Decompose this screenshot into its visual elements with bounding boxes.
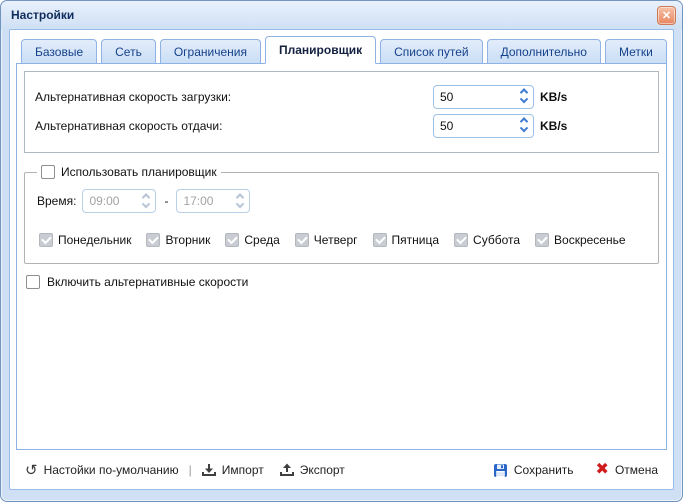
day-sunday-label: Воскресенье [554, 233, 626, 247]
reset-icon: ↺ [25, 463, 38, 478]
time-from-spinner: 09:00 [82, 189, 156, 213]
use-scheduler-label: Использовать планировщик [61, 165, 217, 179]
alt-download-label: Альтернативная скорость загрузки: [35, 90, 433, 104]
save-button[interactable]: Сохранить [489, 460, 578, 481]
day-monday: Понедельник [39, 233, 131, 247]
use-scheduler-checkbox[interactable] [41, 165, 55, 179]
export-icon [280, 463, 294, 477]
settings-dialog: Настройки ✕ Базовые Сеть Ограничения Пла… [0, 0, 683, 502]
import-button[interactable]: Импорт [198, 460, 268, 480]
upload-unit-label: KB/s [540, 119, 567, 133]
day-friday-checkbox [373, 233, 387, 247]
spin-down-icon [230, 201, 249, 212]
bottom-toolbar: ↺ Настойки по-умолчанию | Импорт [16, 451, 667, 489]
alt-download-row: Альтернативная скорость загрузки: 50 KB/… [35, 82, 648, 111]
alt-upload-row: Альтернативная скорость отдачи: 50 KB/s [35, 111, 648, 140]
day-saturday-label: Суббота [473, 233, 520, 247]
day-sunday-checkbox [535, 233, 549, 247]
spin-down-icon [136, 201, 155, 212]
alt-download-spinner[interactable]: 50 [433, 85, 534, 109]
day-thursday: Четверг [295, 233, 358, 247]
save-icon [493, 463, 508, 478]
day-wednesday: Среда [225, 233, 279, 247]
time-range-separator: - [164, 194, 168, 208]
title-bar: Настройки ✕ [1, 1, 682, 29]
day-tuesday-checkbox [146, 233, 160, 247]
day-friday-label: Пятница [392, 233, 440, 247]
day-monday-checkbox [39, 233, 53, 247]
defaults-button[interactable]: ↺ Настойки по-умолчанию [21, 460, 183, 481]
day-tuesday-label: Вторник [165, 233, 210, 247]
enable-alt-speeds-row: Включить альтернативные скорости [26, 275, 659, 289]
tab-strip: Базовые Сеть Ограничения Планировщик Спи… [10, 30, 673, 64]
download-unit-label: KB/s [540, 90, 567, 104]
spin-down-icon[interactable] [514, 97, 533, 108]
toolbar-separator: | [189, 463, 192, 477]
alt-upload-value[interactable]: 50 [434, 115, 514, 137]
import-button-label: Импорт [222, 463, 264, 477]
enable-alt-speeds-checkbox[interactable] [26, 275, 40, 289]
time-label: Время: [37, 194, 76, 208]
alt-download-value[interactable]: 50 [434, 86, 514, 108]
cancel-button[interactable]: ✖ Отмена [592, 459, 662, 481]
day-saturday-checkbox [454, 233, 468, 247]
day-thursday-label: Четверг [314, 233, 358, 247]
dialog-body: Базовые Сеть Ограничения Планировщик Спи… [9, 29, 674, 490]
tab-basic[interactable]: Базовые [21, 39, 97, 64]
time-to-spinner: 17:00 [176, 189, 250, 213]
scheduler-panel: Альтернативная скорость загрузки: 50 KB/… [16, 63, 667, 450]
tab-scheduler[interactable]: Планировщик [265, 36, 376, 64]
cancel-button-label: Отмена [615, 463, 658, 477]
days-row: Понедельник Вторник Среда Четверг [39, 233, 648, 247]
spinner-arrows [514, 86, 533, 108]
scheduler-fieldset: Использовать планировщик Время: 09:00 - … [24, 165, 659, 264]
tab-paths[interactable]: Список путей [380, 39, 483, 64]
scheduler-legend: Использовать планировщик [37, 165, 221, 179]
tab-advanced[interactable]: Дополнительно [487, 39, 601, 64]
toolbar-right-group: Сохранить ✖ Отмена [489, 459, 662, 481]
defaults-button-label: Настойки по-умолчанию [44, 463, 179, 477]
alt-upload-label: Альтернативная скорость отдачи: [35, 119, 433, 133]
day-wednesday-checkbox [225, 233, 239, 247]
close-icon[interactable]: ✕ [657, 6, 676, 25]
time-to-value: 17:00 [177, 190, 230, 212]
time-from-value: 09:00 [83, 190, 136, 212]
day-thursday-checkbox [295, 233, 309, 247]
save-button-label: Сохранить [514, 463, 574, 477]
day-friday: Пятница [373, 233, 440, 247]
alt-upload-spinner[interactable]: 50 [433, 114, 534, 138]
time-row: Время: 09:00 - 17:00 [37, 189, 648, 213]
day-wednesday-label: Среда [244, 233, 279, 247]
spinner-arrows [230, 190, 249, 212]
export-button[interactable]: Экспорт [276, 460, 349, 480]
day-tuesday: Вторник [146, 233, 210, 247]
tab-network[interactable]: Сеть [101, 39, 156, 64]
tab-limits[interactable]: Ограничения [160, 39, 261, 64]
spinner-arrows [136, 190, 155, 212]
day-saturday: Суббота [454, 233, 520, 247]
spin-down-icon[interactable] [514, 126, 533, 137]
day-monday-label: Понедельник [58, 233, 131, 247]
enable-alt-speeds-label: Включить альтернативные скорости [47, 275, 248, 289]
dialog-title: Настройки [11, 8, 74, 22]
spinner-arrows [514, 115, 533, 137]
export-button-label: Экспорт [300, 463, 345, 477]
tab-labels[interactable]: Метки [605, 39, 667, 64]
day-sunday: Воскресенье [535, 233, 626, 247]
cancel-icon: ✖ [596, 462, 609, 478]
alt-speeds-box: Альтернативная скорость загрузки: 50 KB/… [24, 71, 659, 153]
import-icon [202, 463, 216, 477]
